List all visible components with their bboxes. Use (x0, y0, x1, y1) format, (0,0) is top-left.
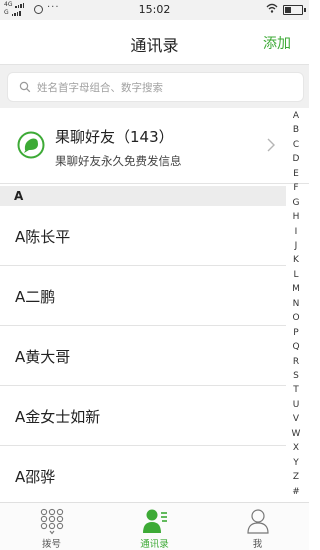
index-letter[interactable]: W (286, 429, 306, 439)
contact-name: A陈长平 (15, 228, 71, 246)
search-icon (19, 81, 31, 93)
tab-me-label: 我 (252, 539, 263, 550)
contact-row[interactable]: A金女士如新 (0, 386, 286, 446)
contact-row[interactable]: A二鹏 (0, 266, 286, 326)
index-letter[interactable]: I (286, 227, 306, 237)
search-area: 姓名首字母组合、数字搜索 (0, 65, 309, 108)
index-letter[interactable]: R (286, 357, 306, 367)
wifi-icon (266, 3, 278, 16)
index-letter[interactable]: F (286, 183, 306, 193)
index-letter[interactable]: U (286, 400, 306, 410)
tab-contacts[interactable]: 通讯录 (103, 503, 206, 550)
status-time: 15:02 (138, 3, 171, 16)
dialpad-icon (40, 508, 64, 535)
section-letter: A (14, 189, 24, 203)
search-input[interactable]: 姓名首字母组合、数字搜索 (7, 72, 304, 102)
contact-row[interactable]: A黄大哥 (0, 326, 286, 386)
section-header: A (0, 186, 286, 206)
index-letter[interactable]: G (286, 198, 306, 208)
contact-row[interactable]: A邵骅 (0, 446, 286, 502)
index-letter[interactable]: L (286, 270, 306, 280)
search-placeholder: 姓名首字母组合、数字搜索 (37, 82, 163, 94)
battery-icon (283, 5, 306, 15)
index-letter[interactable]: M (286, 284, 306, 294)
index-letter[interactable]: J (286, 241, 306, 251)
index-letter[interactable]: D (286, 154, 306, 164)
index-letter[interactable]: C (286, 140, 306, 150)
index-letter[interactable]: P (286, 328, 306, 338)
guoliao-friends-entry[interactable]: 果聊好友（143） 果聊好友永久免费发信息 (0, 108, 309, 184)
contact-name: A邵骅 (15, 468, 56, 486)
index-letter[interactable]: K (286, 255, 306, 265)
index-letter[interactable]: A (286, 111, 306, 121)
contact-name: A二鹏 (15, 288, 56, 306)
chat-bubble-icon (17, 131, 45, 159)
contacts-icon (143, 509, 167, 533)
alphabet-index-bar[interactable]: A B C D E F G H I J K L M N O P Q R S T U V W X Y Z # (286, 110, 309, 500)
index-letter[interactable]: T (286, 385, 306, 395)
add-contact-button[interactable]: 添加 (263, 33, 291, 53)
index-letter[interactable]: E (286, 169, 306, 179)
index-letter[interactable]: X (286, 443, 306, 453)
index-letter[interactable]: B (286, 125, 306, 135)
index-letter[interactable]: Y (286, 458, 306, 468)
friends-title: 果聊好友（143） (55, 128, 174, 146)
index-letter[interactable]: # (286, 487, 306, 497)
status-bar: 4G G ··· 15:02 (0, 0, 309, 20)
contact-name: A金女士如新 (15, 408, 101, 426)
index-letter[interactable]: Z (286, 472, 306, 482)
tab-dialer[interactable]: 拨号 (0, 503, 103, 550)
index-letter[interactable]: V (286, 414, 306, 424)
friends-subtitle: 果聊好友永久免费发信息 (55, 154, 182, 168)
index-letter[interactable]: Q (286, 342, 306, 352)
contacts-screen: 4G G ··· 15:02 通讯录 添加 姓名首字母组合、数字搜索 果聊好友（… (0, 0, 309, 550)
index-letter[interactable]: H (286, 212, 306, 222)
contact-row[interactable]: A陈长平 (0, 206, 286, 266)
contact-name: A黄大哥 (15, 348, 71, 366)
index-letter[interactable]: S (286, 371, 306, 381)
index-letter[interactable]: O (286, 313, 306, 323)
tab-contacts-label: 通讯录 (140, 539, 169, 550)
bottom-tab-bar: 拨号 通讯录 我 (0, 502, 309, 550)
profile-icon (247, 509, 269, 534)
tab-dialer-label: 拨号 (41, 539, 61, 550)
chevron-right-icon (267, 138, 275, 152)
index-letter[interactable]: N (286, 299, 306, 309)
top-nav-bar: 通讯录 添加 (0, 20, 309, 65)
tab-me[interactable]: 我 (206, 503, 309, 550)
